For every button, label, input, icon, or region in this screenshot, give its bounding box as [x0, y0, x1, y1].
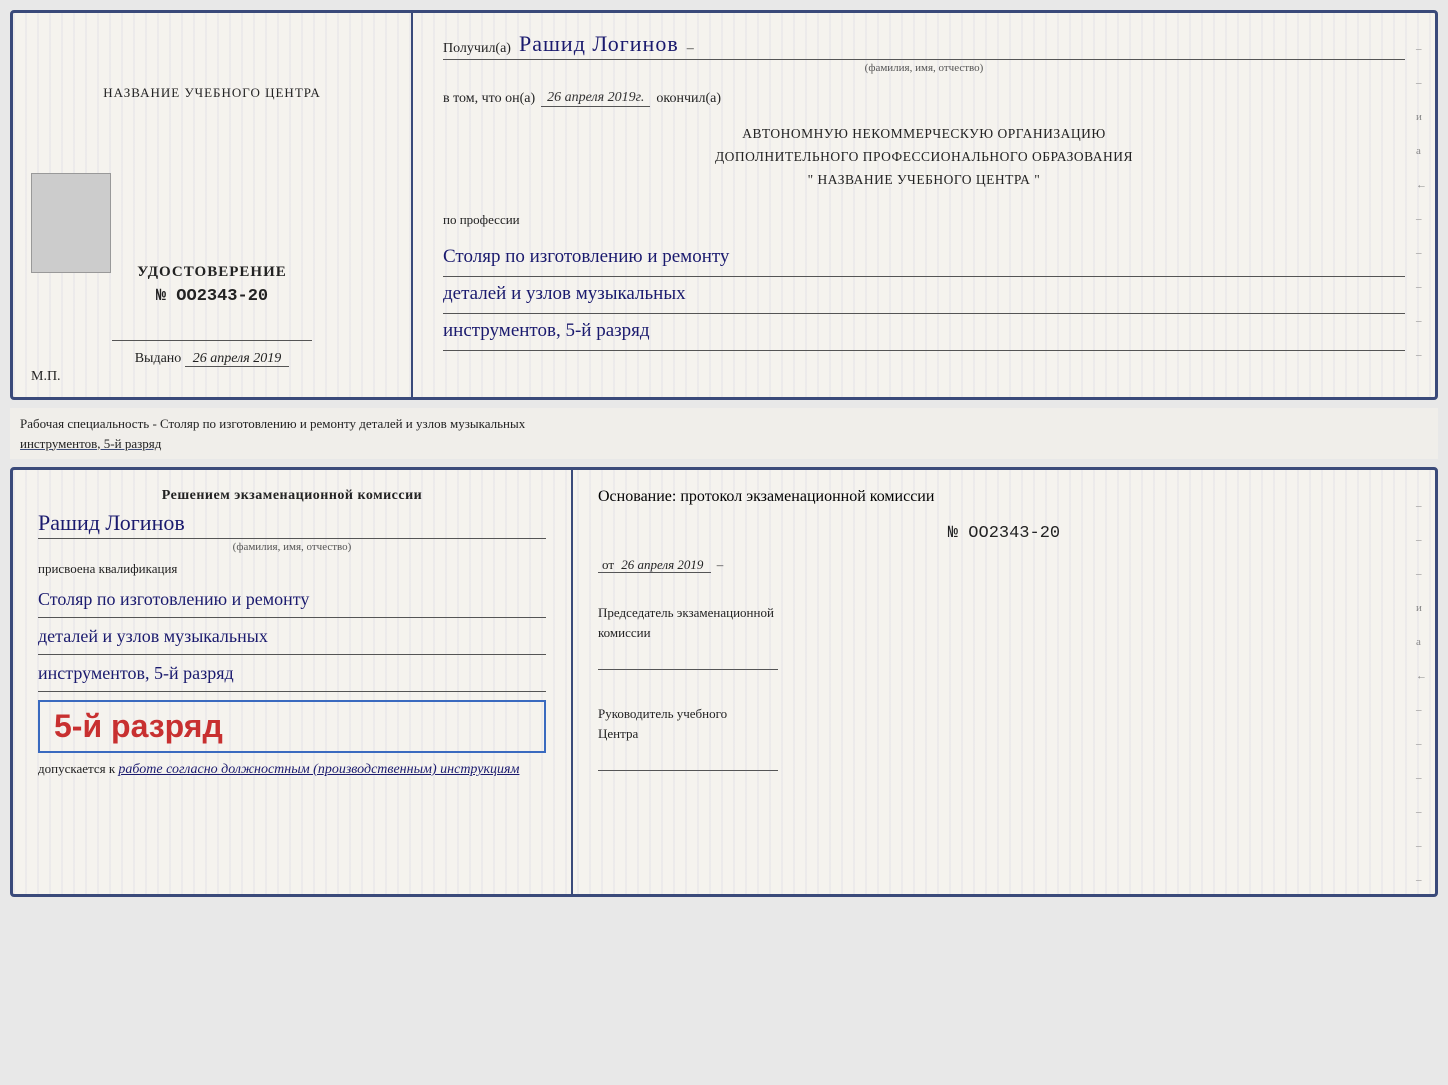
rukovoditel-signature-line [598, 749, 778, 771]
top-right-panel: Получил(а) Рашид Логинов – (фамилия, имя… [413, 13, 1435, 397]
separator-line1: Рабочая специальность - Столяр по изгото… [20, 416, 525, 431]
dopuskaetsya-block: допускается к работе согласно должностны… [38, 761, 546, 778]
separator-text: Рабочая специальность - Столяр по изгото… [10, 408, 1438, 459]
mp-label: М.П. [31, 369, 61, 385]
udostoverenie-title: УДОСТОВЕРЕНИЕ [137, 264, 287, 281]
top-left-panel: НАЗВАНИЕ УЧЕБНОГО ЦЕНТРА УДОСТОВЕРЕНИЕ №… [13, 13, 413, 397]
rank-text: 5-й разряд [54, 708, 223, 744]
qual-line2: деталей и узлов музыкальных [38, 618, 546, 655]
qual-line1: Столяр по изготовлению и ремонту [38, 581, 546, 618]
udostoverenie-number: № OO2343-20 [137, 287, 287, 306]
page-wrapper: НАЗВАНИЕ УЧЕБНОГО ЦЕНТРА УДОСТОВЕРЕНИЕ №… [10, 10, 1438, 897]
org-line1: АВТОНОМНУЮ НЕКОММЕРЧЕСКУЮ ОРГАНИЗАЦИЮ [443, 123, 1405, 146]
separator-line2: инструментов, 5-й разряд [20, 436, 161, 451]
fio-sublabel: (фамилия, имя, отчество) [443, 62, 1405, 74]
resheniem-title: Решением экзаменационной комиссии [38, 488, 546, 504]
bottom-left-panel: Решением экзаменационной комиссии Рашид … [13, 470, 573, 894]
predsedatel-block: Председатель экзаменационной комиссии [598, 603, 1410, 684]
rank-box: 5-й разряд [38, 700, 546, 753]
right-edge-dashes: – – и а ← – – – – – [1416, 43, 1427, 361]
okonchil-label: окончил(а) [656, 91, 721, 107]
ot-line: от 26 апреля 2019 – [598, 557, 1410, 573]
profession-line2: деталей и узлов музыкальных [443, 277, 1405, 314]
qual-line3: инструментов, 5-й разряд [38, 655, 546, 692]
predsedatel-title: Председатель экзаменационной комиссии [598, 603, 1410, 642]
vydano-label: Выдано [135, 351, 182, 366]
ot-prefix: от [602, 557, 614, 572]
po-professii-label: по профессии [443, 212, 1405, 228]
ot-date: 26 апреля 2019 [621, 557, 703, 572]
bottom-right-edge-dashes: – – – и а ← – – – – – – [1416, 500, 1427, 886]
qualification-block: Столяр по изготовлению и ремонту деталей… [38, 581, 546, 692]
rukovoditel-block: Руководитель учебного Центра [598, 704, 1410, 785]
top-document: НАЗВАНИЕ УЧЕБНОГО ЦЕНТРА УДОСТОВЕРЕНИЕ №… [10, 10, 1438, 400]
vtom-prefix: в том, что он(а) [443, 91, 535, 107]
org-name: " НАЗВАНИЕ УЧЕБНОГО ЦЕНТРА " [808, 169, 1041, 192]
prisvoena-label: присвоена квалификация [38, 561, 546, 577]
vtom-date: 26 апреля 2019г. [541, 90, 650, 107]
vtom-line: в том, что он(а) 26 апреля 2019г. окончи… [443, 90, 1405, 107]
vydano-date: 26 апреля 2019 [185, 351, 289, 367]
recipient-block: Получил(а) Рашид Логинов – (фамилия, имя… [443, 31, 1405, 74]
bottom-fio-name: Рашид Логинов [38, 510, 546, 539]
org-block: АВТОНОМНУЮ НЕКОММЕРЧЕСКУЮ ОРГАНИЗАЦИЮ ДО… [443, 123, 1405, 192]
osnovanie-text: Основание: протокол экзаменационной коми… [598, 488, 1410, 506]
bottom-fio-sublabel: (фамилия, имя, отчество) [38, 541, 546, 553]
profession-line3: инструментов, 5-й разряд [443, 314, 1405, 351]
poluchil-label: Получил(а) [443, 41, 511, 57]
bottom-fio-block: Рашид Логинов (фамилия, имя, отчество) [38, 510, 546, 553]
bottom-right-panel: Основание: протокол экзаменационной коми… [573, 470, 1435, 894]
predsedatel-signature-line [598, 648, 778, 670]
protocol-number: № OO2343-20 [598, 524, 1410, 543]
org-line2: ДОПОЛНИТЕЛЬНОГО ПРОФЕССИОНАЛЬНОГО ОБРАЗО… [443, 146, 1405, 169]
vydano-line: Выдано 26 апреля 2019 [135, 351, 290, 377]
dopuskaetsya-prefix: допускается к [38, 761, 115, 776]
photo-placeholder [31, 173, 111, 273]
profession-block: Столяр по изготовлению и ремонту деталей… [443, 240, 1405, 352]
learning-center-title: НАЗВАНИЕ УЧЕБНОГО ЦЕНТРА [103, 83, 320, 104]
bottom-document: Решением экзаменационной комиссии Рашид … [10, 467, 1438, 897]
dopuskaetsya-italic: работе согласно должностным (производств… [118, 762, 519, 777]
rukovoditel-title: Руководитель учебного Центра [598, 704, 1410, 743]
recipient-name: Рашид Логинов [519, 31, 679, 57]
profession-line1: Столяр по изготовлению и ремонту [443, 240, 1405, 277]
